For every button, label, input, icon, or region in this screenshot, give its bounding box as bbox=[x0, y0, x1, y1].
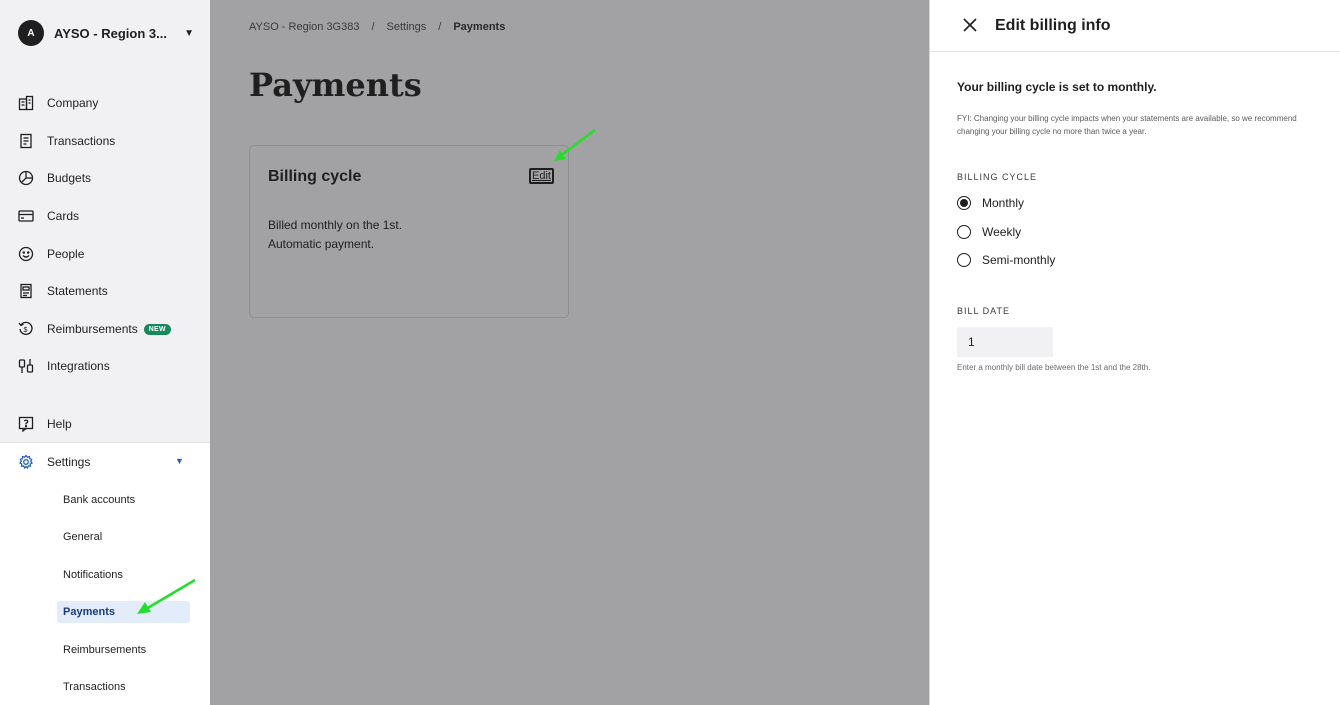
breadcrumb-org[interactable]: AYSO - Region 3G383 bbox=[249, 21, 359, 33]
pie-chart-icon bbox=[18, 170, 34, 186]
sidebar-subitem-payments[interactable]: Payments bbox=[57, 601, 190, 623]
breadcrumb-settings[interactable]: Settings bbox=[387, 21, 427, 33]
caret-down-icon[interactable]: ▼ bbox=[175, 456, 184, 466]
sidebar-subitem-notifications[interactable]: Notifications bbox=[57, 564, 190, 586]
sidebar-item-label: People bbox=[47, 247, 85, 261]
main-content-overlay[interactable]: AYSO - Region 3G383 / Settings / Payment… bbox=[210, 0, 929, 705]
billing-summary-line: Billed monthly on the 1st. bbox=[268, 218, 403, 232]
breadcrumb-current: Payments bbox=[453, 21, 506, 33]
fyi-note: FYI: Changing your billing cycle impacts… bbox=[957, 114, 1297, 136]
sidebar-subitem-general[interactable]: General bbox=[57, 526, 190, 548]
edit-billing-panel: Edit billing info Your billing cycle is … bbox=[929, 0, 1340, 705]
help-icon bbox=[18, 416, 34, 432]
radio-label: Semi-monthly bbox=[982, 253, 1056, 267]
card-icon bbox=[18, 208, 34, 224]
sidebar-item-label: Help bbox=[47, 417, 72, 431]
sidebar-item-label: Statements bbox=[47, 284, 108, 298]
new-badge: NEW bbox=[143, 323, 171, 335]
radio-unselected-icon bbox=[957, 253, 971, 267]
sidebar-item-company[interactable]: Company bbox=[18, 92, 98, 114]
sidebar-item-label: Transactions bbox=[47, 134, 116, 148]
breadcrumb-separator: / bbox=[371, 21, 375, 33]
building-icon bbox=[18, 95, 34, 111]
sidebar-item-statements[interactable]: Statements bbox=[18, 280, 108, 302]
billing-cycle-status: Your billing cycle is set to monthly. bbox=[957, 80, 1157, 94]
breadcrumb: AYSO - Region 3G383 / Settings / Payment… bbox=[249, 21, 505, 33]
payment-summary-line: Automatic payment. bbox=[268, 237, 375, 251]
edit-link[interactable]: Edit bbox=[529, 168, 554, 184]
sidebar-subitem-reimbursements[interactable]: Reimbursements bbox=[57, 639, 190, 661]
sidebar-item-cards[interactable]: Cards bbox=[18, 205, 79, 227]
caret-down-icon: ▼ bbox=[184, 27, 194, 39]
radio-unselected-icon bbox=[957, 225, 971, 239]
gear-icon bbox=[18, 454, 34, 470]
sidebar-item-reimbursements[interactable]: $ Reimbursements NEW bbox=[18, 318, 171, 340]
panel-title: Edit billing info bbox=[995, 17, 1111, 34]
page-title: Payments bbox=[249, 66, 422, 104]
sidebar-subitem-bank-accounts[interactable]: Bank accounts bbox=[57, 489, 190, 511]
sidebar-nav-section: A AYSO - Region 3... ▼ Company Transacti… bbox=[0, 0, 210, 443]
sidebar-item-label: Reimbursements bbox=[47, 322, 138, 336]
bill-date-input[interactable] bbox=[957, 327, 1053, 357]
radio-semi-monthly[interactable]: Semi-monthly bbox=[957, 251, 1055, 269]
sidebar-item-label: Cards bbox=[47, 209, 80, 223]
radio-monthly[interactable]: Monthly bbox=[957, 194, 1024, 212]
radio-label: Monthly bbox=[982, 196, 1025, 210]
card-title: Billing cycle bbox=[268, 168, 362, 185]
sidebar-item-label: Integrations bbox=[47, 359, 110, 373]
smiley-icon bbox=[18, 246, 34, 262]
sidebar-item-help[interactable]: Help bbox=[18, 413, 72, 435]
billing-cycle-label: BILLING CYCLE bbox=[957, 172, 1038, 182]
sidebar-item-people[interactable]: People bbox=[18, 243, 84, 265]
sidebar-item-budgets[interactable]: Budgets bbox=[18, 167, 91, 189]
radio-weekly[interactable]: Weekly bbox=[957, 223, 1021, 241]
reimburse-icon: $ bbox=[18, 321, 34, 337]
bill-date-label: BILL DATE bbox=[957, 306, 1011, 316]
close-icon[interactable] bbox=[962, 17, 978, 33]
radio-label: Weekly bbox=[982, 225, 1022, 239]
sidebar-item-settings[interactable]: Settings bbox=[18, 451, 90, 473]
org-avatar: A bbox=[18, 20, 44, 46]
org-switcher[interactable]: A AYSO - Region 3... ▼ bbox=[18, 20, 194, 46]
billing-cycle-card: Billing cycle Edit Billed monthly on the… bbox=[249, 145, 569, 318]
svg-text:$: $ bbox=[24, 327, 28, 334]
panel-header: Edit billing info bbox=[930, 0, 1340, 52]
sidebar-item-label: Budgets bbox=[47, 171, 92, 185]
sidebar: A AYSO - Region 3... ▼ Company Transacti… bbox=[0, 0, 210, 705]
sidebar-subitem-transactions[interactable]: Transactions bbox=[57, 676, 190, 698]
radio-selected-icon bbox=[957, 196, 971, 210]
sidebar-item-transactions[interactable]: Transactions bbox=[18, 130, 115, 152]
breadcrumb-separator: / bbox=[438, 21, 442, 33]
org-name: AYSO - Region 3... bbox=[54, 25, 167, 41]
sidebar-item-label: Settings bbox=[47, 455, 91, 469]
sidebar-item-label: Company bbox=[47, 96, 99, 110]
bill-date-hint: Enter a monthly bill date between the 1s… bbox=[957, 363, 1151, 372]
sidebar-item-integrations[interactable]: Integrations bbox=[18, 355, 110, 377]
receipt-icon bbox=[18, 133, 34, 149]
plug-icon bbox=[18, 358, 34, 374]
statement-icon bbox=[18, 283, 34, 299]
